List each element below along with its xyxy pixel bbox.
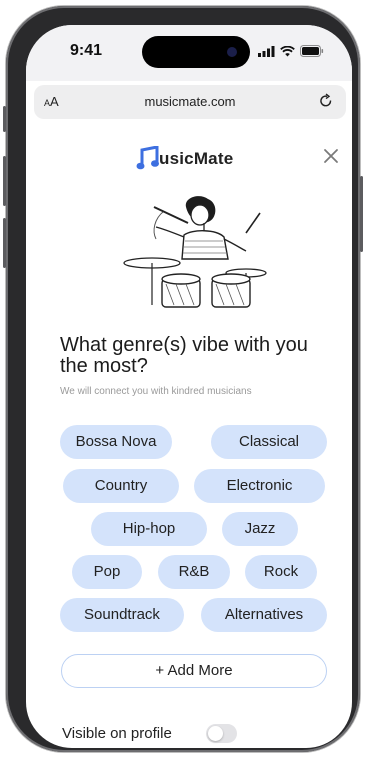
- genre-chip-pop[interactable]: Pop: [72, 555, 142, 589]
- add-more-button[interactable]: + Add More: [61, 654, 327, 688]
- genre-chip-hip-hop[interactable]: Hip-hop: [91, 512, 207, 546]
- genre-chip-bossa-nova[interactable]: Bossa Nova: [60, 425, 172, 459]
- battery-icon: [300, 45, 324, 57]
- brand-name: usicMate: [159, 149, 234, 168]
- close-icon[interactable]: [322, 147, 340, 165]
- action-button: [3, 106, 6, 132]
- volume-up-button: [3, 156, 6, 206]
- music-note-icon: [136, 146, 159, 170]
- genre-chip-jazz[interactable]: Jazz: [222, 512, 298, 546]
- genre-chip-country[interactable]: Country: [63, 469, 179, 503]
- wifi-icon: [280, 45, 295, 56]
- genre-chip-electronic[interactable]: Electronic: [194, 469, 325, 503]
- brand-logo: usicMate: [136, 146, 233, 172]
- visible-on-profile-label: Visible on profile: [62, 725, 172, 742]
- cellular-signal-icon: [258, 45, 275, 57]
- reload-icon[interactable]: [318, 93, 334, 109]
- question-title: What genre(s) vibe with you the most?: [60, 334, 308, 377]
- volume-down-button: [3, 218, 6, 268]
- genre-chip-alternatives[interactable]: Alternatives: [201, 598, 327, 632]
- address-bar[interactable]: AA musicmate.com: [34, 85, 346, 119]
- genre-chip-classical[interactable]: Classical: [211, 425, 327, 459]
- phone-frame: 9:41 AA musicmate.com usicMate What genr…: [3, 6, 363, 752]
- dynamic-island: [142, 36, 250, 68]
- url-text: musicmate.com: [144, 94, 236, 109]
- genre-chip-rock[interactable]: Rock: [245, 555, 317, 589]
- status-bar: 9:41: [26, 25, 352, 81]
- genre-chip-soundtrack[interactable]: Soundtrack: [60, 598, 184, 632]
- status-time: 9:41: [70, 42, 103, 59]
- question-subtitle: We will connect you with kindred musicia…: [60, 386, 252, 397]
- visible-on-profile-toggle[interactable]: [206, 724, 237, 743]
- power-button: [360, 176, 363, 252]
- genre-chip-rnb[interactable]: R&B: [158, 555, 230, 589]
- drummer-illustration: [123, 196, 267, 308]
- screen: 9:41 AA musicmate.com usicMate What genr…: [26, 25, 352, 748]
